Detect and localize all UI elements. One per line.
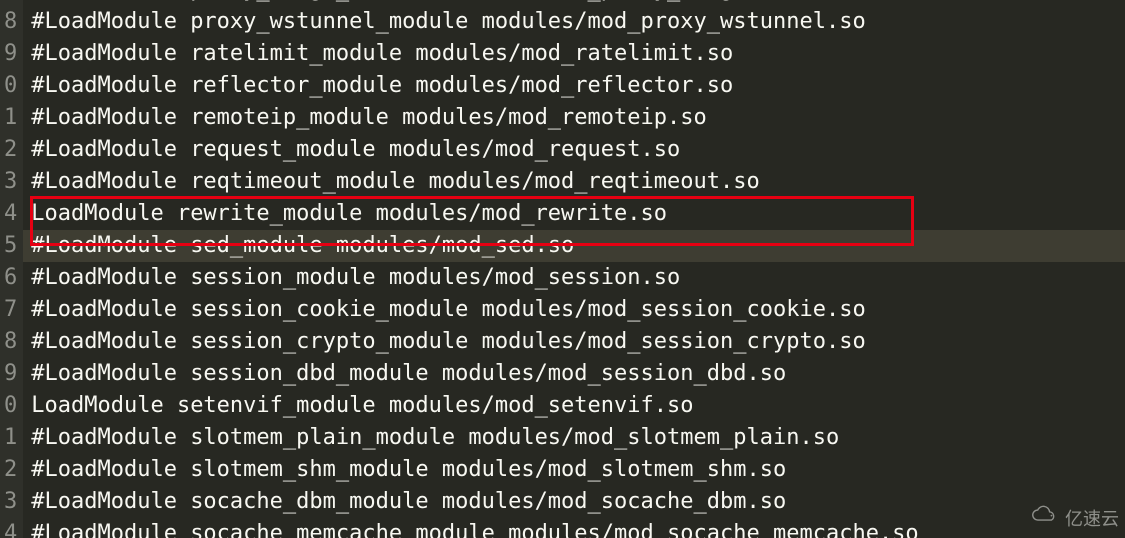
code-line[interactable]: #LoadModule remoteip_module modules/mod_… <box>31 102 1125 134</box>
line-number: 3 <box>4 486 17 518</box>
line-number: 9 <box>4 358 17 390</box>
line-number: 7 <box>4 294 17 326</box>
code-line[interactable]: #LoadModule reqtimeout_module modules/mo… <box>31 166 1125 198</box>
line-number: 3 <box>4 166 17 198</box>
line-number: 2 <box>4 134 17 166</box>
code-line[interactable]: #LoadModule slotmem_shm_module modules/m… <box>31 454 1125 486</box>
code-line[interactable]: #LoadModule session_module modules/mod_s… <box>31 262 1125 294</box>
code-line[interactable]: LoadModule setenvif_module modules/mod_s… <box>31 390 1125 422</box>
code-line[interactable]: #LoadModule socache_dbm_module modules/m… <box>31 486 1125 518</box>
code-content-area[interactable]: #LoadModule proxy_uwsgi_module modules/m… <box>23 0 1125 538</box>
code-line[interactable]: #LoadModule session_crypto_module module… <box>31 326 1125 358</box>
code-line[interactable]: #LoadModule slotmem_plain_module modules… <box>31 422 1125 454</box>
watermark: 亿速云 <box>1029 502 1119 534</box>
code-line[interactable]: #LoadModule reflector_module modules/mod… <box>31 70 1125 102</box>
code-line[interactable]: #LoadModule request_module modules/mod_r… <box>31 134 1125 166</box>
line-number: 9 <box>4 38 17 70</box>
code-line[interactable]: #LoadModule socache_memcache_module modu… <box>31 518 1125 538</box>
line-number: 4 <box>4 198 17 230</box>
line-number: 0 <box>4 70 17 102</box>
code-line[interactable]: LoadModule rewrite_module modules/mod_re… <box>31 198 1125 230</box>
watermark-text: 亿速云 <box>1065 502 1119 534</box>
code-line[interactable]: #LoadModule ratelimit_module modules/mod… <box>31 38 1125 70</box>
code-line[interactable]: #LoadModule session_dbd_module modules/m… <box>31 358 1125 390</box>
cloud-icon <box>1029 502 1059 534</box>
line-number: 4 <box>4 518 17 538</box>
line-number-gutter: 789012345678901234 <box>0 0 23 538</box>
code-line[interactable]: #LoadModule proxy_wstunnel_module module… <box>31 6 1125 38</box>
line-number: 5 <box>4 230 17 262</box>
code-line[interactable]: #LoadModule session_cookie_module module… <box>31 294 1125 326</box>
line-number: 8 <box>4 326 17 358</box>
line-number: 1 <box>4 102 17 134</box>
line-number: 6 <box>4 262 17 294</box>
line-number: 8 <box>4 6 17 38</box>
line-number: 1 <box>4 422 17 454</box>
line-number: 2 <box>4 454 17 486</box>
code-editor[interactable]: 789012345678901234 #LoadModule proxy_uws… <box>0 0 1125 538</box>
line-number: 0 <box>4 390 17 422</box>
